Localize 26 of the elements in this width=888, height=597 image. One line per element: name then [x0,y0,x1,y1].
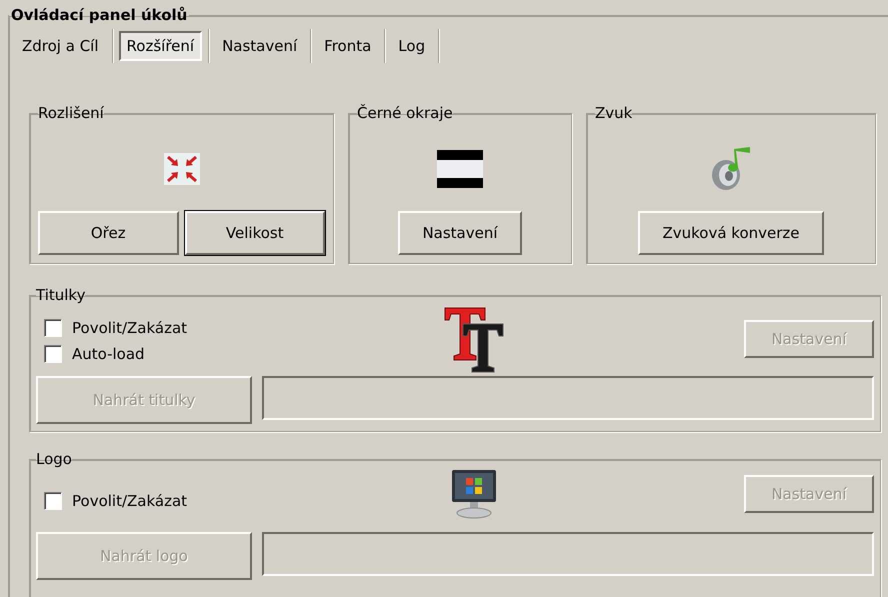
letterbox-icon [437,150,483,188]
checkbox[interactable] [44,492,62,510]
tab[interactable]: Rozšíření [118,31,202,61]
group-title: Rozlišení [38,104,104,122]
checkbox[interactable] [44,319,62,337]
shrink-arrows-icon [162,150,202,186]
button[interactable]: Zvuková konverze [638,211,824,255]
group-title: Titulky [36,286,86,304]
group-title: Logo [36,450,72,468]
tab[interactable]: Nastavení [215,32,304,60]
path-field[interactable] [262,376,874,420]
checkbox-label: Povolit/Zakázat [72,319,188,337]
group-title: Zvuk [595,104,632,122]
tab[interactable]: Zdroj a Cíl [15,32,106,60]
tab[interactable]: Log [391,32,432,60]
button[interactable]: Nastavení [398,211,522,255]
monitor-icon [450,468,498,520]
checkbox-label: Auto-load [72,345,145,363]
tab[interactable]: Fronta [317,32,378,60]
checkbox[interactable] [44,345,62,363]
path-field[interactable] [262,532,874,576]
checkbox-label: Povolit/Zakázat [72,492,188,510]
button[interactable]: Velikost [184,211,325,255]
group-title: Černé okraje [357,104,453,122]
panel-title: Ovládací panel úkolů [10,6,188,24]
button[interactable]: Ořez [38,211,178,255]
